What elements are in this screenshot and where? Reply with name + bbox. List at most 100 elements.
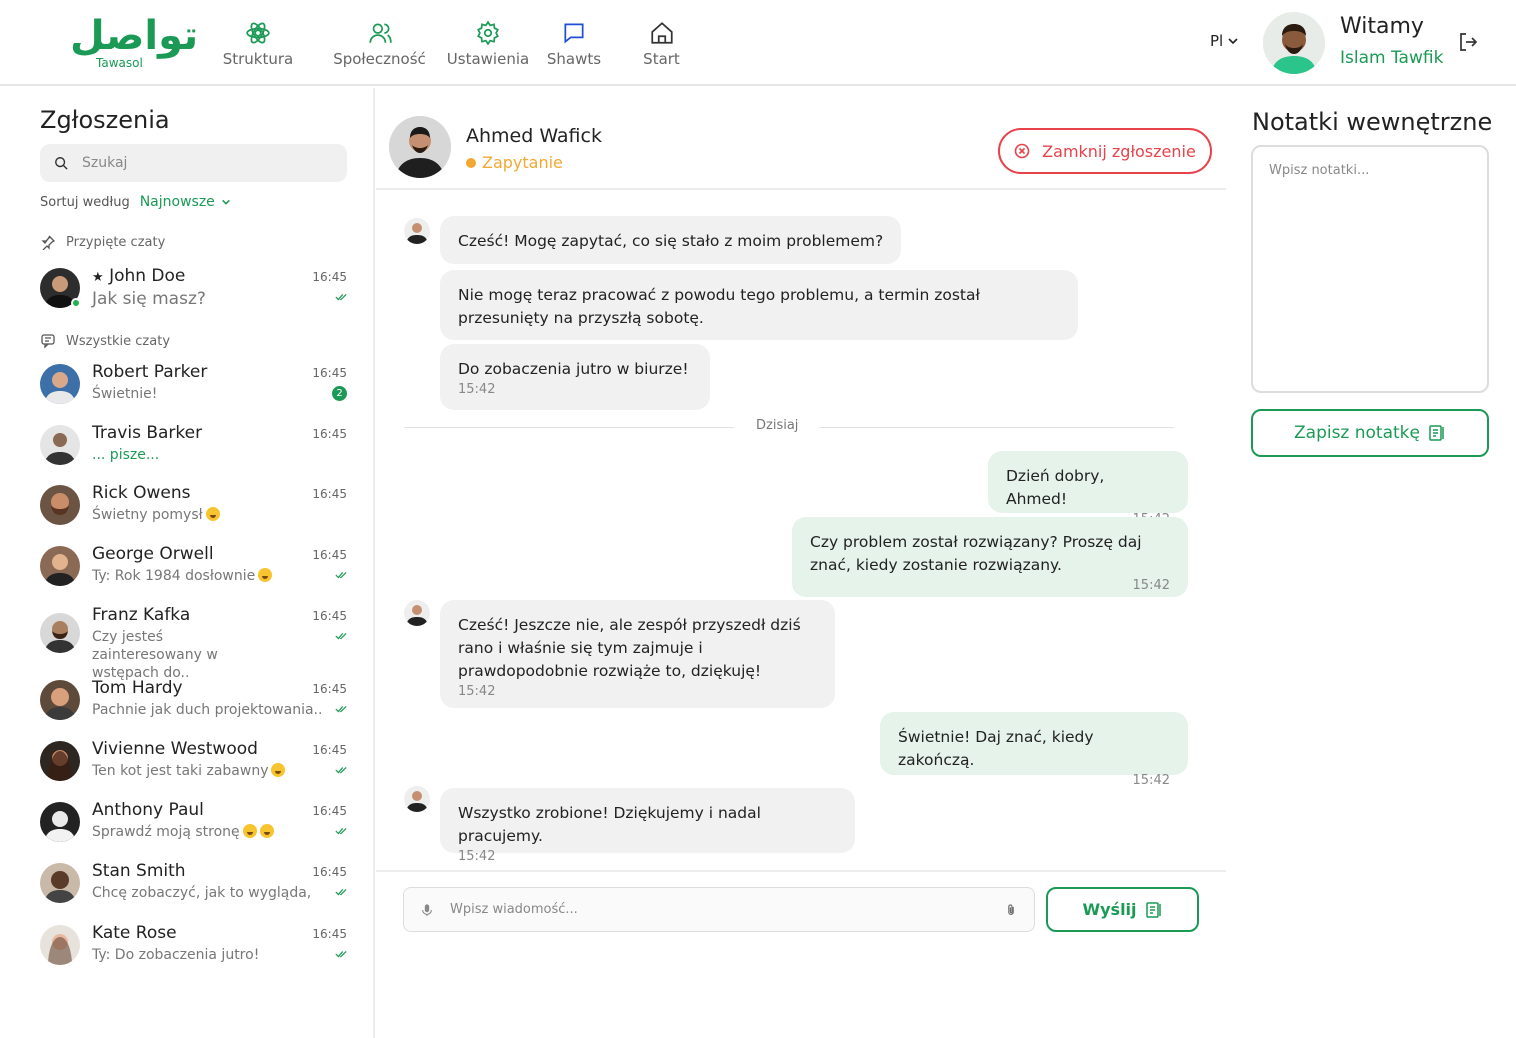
nav-item-start[interactable]: Start xyxy=(619,20,704,76)
notes-title: Notatki wewnętrzne xyxy=(1252,108,1493,136)
save-note-label: Zapisz notatkę xyxy=(1294,423,1420,443)
chat-preview: Czy jesteś zainteresowany w wstępach do.… xyxy=(92,629,218,681)
chat-time: 16:45 xyxy=(312,804,347,818)
chat-item-travis-barker[interactable]: Travis Barker ... pisze... 16:45 xyxy=(40,423,350,469)
close-ticket-label: Zamknij zgłoszenie xyxy=(1042,141,1196,161)
send-button[interactable]: Wyślij xyxy=(1046,887,1199,932)
message-input[interactable] xyxy=(450,902,1004,917)
chat-bubble-icon xyxy=(41,334,55,349)
sort-label: Sortuj według xyxy=(40,194,130,210)
avatar xyxy=(40,680,80,720)
top-header: تواصل Tawasol Struktura Społeczność Usta… xyxy=(0,0,1516,86)
language-value: Pl xyxy=(1210,32,1224,50)
logo-mark: تواصل xyxy=(70,13,200,59)
close-circle-icon xyxy=(1014,143,1030,159)
send-icon xyxy=(1145,901,1161,918)
chat-time: 16:45 xyxy=(312,682,347,696)
chat-item-vivienne-westwood[interactable]: Vivienne Westwood Ten kot jest taki zaba… xyxy=(40,739,350,785)
message-composer[interactable] xyxy=(403,887,1035,932)
chat-time: 16:45 xyxy=(312,548,347,562)
message-time: 15:42 xyxy=(458,684,496,699)
chat-time: 16:45 xyxy=(312,609,347,623)
chat-item-robert-parker[interactable]: Robert Parker Świetnie! 16:45 2 xyxy=(40,362,350,408)
message-text: Dzień dobry, Ahmed! xyxy=(1006,467,1105,508)
home-icon xyxy=(650,22,673,44)
message-incoming: Cześć! Jeszcze nie, ale zespół przyszedł… xyxy=(440,600,835,708)
chat-name: Anthony Paul xyxy=(92,800,204,820)
tawasol-logo[interactable]: تواصل Tawasol xyxy=(70,13,200,72)
message-text: Wszystko zrobione! Dziękujemy i nadal pr… xyxy=(458,804,761,845)
online-indicator xyxy=(71,298,81,308)
message-outgoing: Dzień dobry, Ahmed! 15:42 xyxy=(988,451,1188,527)
nav-item-structure[interactable]: Struktura xyxy=(212,20,304,76)
sort-dropdown[interactable]: Najnowsze xyxy=(140,194,231,210)
chat-name: Travis Barker xyxy=(92,423,203,443)
chat-item-tom-hardy[interactable]: Tom Hardy Pachnie jak duch projektowania… xyxy=(40,678,350,724)
avatar xyxy=(40,364,80,404)
chevron-down-icon xyxy=(221,199,230,205)
section-label-text: Przypięte czaty xyxy=(66,234,166,250)
status-text: Zapytanie xyxy=(482,153,563,172)
nav-item-settings[interactable]: Ustawienia xyxy=(447,20,529,76)
contact-avatar[interactable] xyxy=(389,116,451,178)
all-chats-section-label: Wszystkie czaty xyxy=(40,333,170,349)
chat-name: Tom Hardy xyxy=(92,678,183,698)
microphone-icon[interactable] xyxy=(420,903,434,917)
chevron-down-icon xyxy=(1228,38,1238,45)
read-check-icon xyxy=(335,706,347,713)
nav-label: Shawts xyxy=(546,50,602,68)
chat-preview: Jak się masz? xyxy=(92,289,206,309)
chat-item-kate-rose[interactable]: Kate Rose Ty: Do zobaczenia jutro! 16:45 xyxy=(40,923,350,969)
search-input[interactable] xyxy=(82,155,322,171)
chat-time: 16:45 xyxy=(312,743,347,757)
user-avatar[interactable] xyxy=(1263,12,1325,74)
read-check-icon xyxy=(335,889,347,896)
typing-indicator: ... pisze... xyxy=(92,447,160,463)
logout-icon[interactable] xyxy=(1456,30,1480,54)
close-ticket-button[interactable]: Zamknij zgłoszenie xyxy=(998,128,1212,174)
chat-item-rick-owens[interactable]: Rick Owens Świetny pomysł 16:45 xyxy=(40,483,350,529)
chat-preview: Chcę zobaczyć, jak to wygląda, xyxy=(92,885,312,901)
chat-time: 16:45 xyxy=(312,270,347,284)
clapping-hands-emoji xyxy=(242,824,257,838)
chat-item-stan-smith[interactable]: Stan Smith Chcę zobaczyć, jak to wygląda… xyxy=(40,861,350,907)
chat-item-john-doe[interactable]: ★ John Doe Jak się masz? 16:45 xyxy=(40,266,350,312)
nav-item-community[interactable]: Społeczność xyxy=(312,20,447,76)
grinning-emoji xyxy=(259,824,274,838)
avatar xyxy=(40,613,80,653)
message-text: Nie mogę teraz pracować z powodu tego pr… xyxy=(458,286,980,327)
star-icon: ★ xyxy=(92,270,104,285)
composer-divider xyxy=(376,870,1226,872)
read-check-icon xyxy=(335,828,347,835)
nav-label: Społeczność xyxy=(333,50,426,68)
star-struck-emoji xyxy=(205,507,220,521)
chat-item-anthony-paul[interactable]: Anthony Paul Sprawdź moją stronę 16:45 xyxy=(40,800,350,846)
chat-preview: Ty: Do zobaczenia jutro! xyxy=(92,947,260,963)
chat-item-george-orwell[interactable]: George Orwell Ty: Rok 1984 dosłownie 16:… xyxy=(40,544,350,590)
sender-avatar xyxy=(404,786,430,812)
message-outgoing: Czy problem został rozwiązany? Proszę da… xyxy=(792,517,1188,597)
internal-notes-panel: Notatki wewnętrzne Zapisz notatkę xyxy=(1228,88,1516,1038)
chat-preview: Ten kot jest taki zabawny xyxy=(92,762,332,780)
nav-item-shawts[interactable]: Shawts xyxy=(529,20,619,76)
message-time: 15:42 xyxy=(1132,773,1170,788)
message-time: 15:42 xyxy=(458,382,496,397)
chat-name: Robert Parker xyxy=(92,362,208,382)
message-text: Czy problem został rozwiązany? Proszę da… xyxy=(810,533,1142,574)
language-selector[interactable]: Pl xyxy=(1210,32,1239,50)
chat-item-franz-kafka[interactable]: Franz Kafka Czy jesteś zainteresowany w … xyxy=(40,605,350,681)
avatar xyxy=(40,925,80,965)
chat-preview: Pachnie jak duch projektowania.. xyxy=(92,702,323,718)
chat-time: 16:45 xyxy=(312,927,347,941)
notes-textarea[interactable] xyxy=(1251,145,1489,393)
chat-name: Stan Smith xyxy=(92,861,186,881)
avatar xyxy=(40,863,80,903)
save-note-button[interactable]: Zapisz notatkę xyxy=(1251,409,1489,457)
search-box[interactable] xyxy=(40,144,347,182)
attachment-icon[interactable] xyxy=(1004,903,1018,917)
message-text: Świetnie! Daj znać, kiedy zakończą. xyxy=(898,728,1094,769)
read-check-icon xyxy=(335,294,347,301)
structure-icon xyxy=(246,22,270,44)
read-check-icon xyxy=(335,767,347,774)
chat-name: Rick Owens xyxy=(92,483,191,503)
